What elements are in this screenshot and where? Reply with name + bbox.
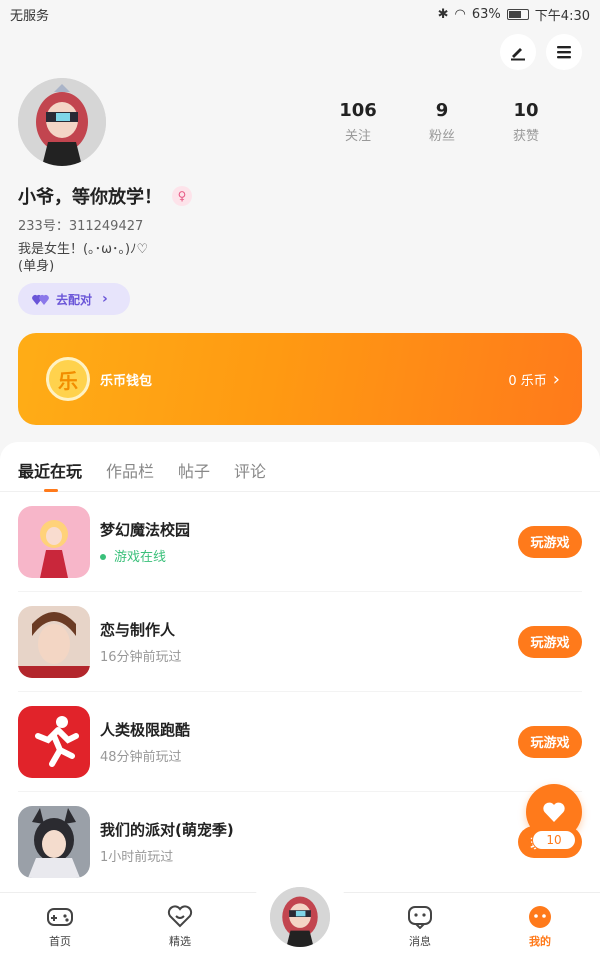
- clock: 下午4:30: [534, 8, 590, 24]
- edit-icon: [511, 48, 525, 61]
- like-count-badge: 10: [532, 830, 576, 850]
- nav-home[interactable]: 首页: [0, 893, 120, 960]
- edit-button[interactable]: [500, 34, 536, 70]
- nav-featured[interactable]: 精选: [120, 893, 240, 960]
- bio: 我是女生！(｡･ω･｡)ﾉ♡ (单身): [18, 241, 148, 275]
- nav-me[interactable]: 我的: [480, 893, 600, 960]
- balance-text: 0 乐币: [508, 373, 547, 389]
- nickname-text: 小爷，等你放学！: [18, 187, 162, 208]
- game-name: 恋与制作人: [100, 620, 176, 639]
- wallet-balance: 0 乐币 ›: [508, 369, 560, 390]
- nickname: 小爷，等你放学！ ♀: [18, 183, 192, 209]
- status-bar: 无服务 ✱ ◠ 63% 下午4:30: [0, 0, 600, 28]
- match-label: 去配对: [56, 292, 93, 307]
- game-status: 48分钟前玩过: [100, 749, 182, 765]
- likes-label: 获赞: [512, 129, 539, 144]
- game-status: 1小时前玩过: [100, 850, 174, 865]
- runner-icon: [18, 705, 90, 778]
- likes-count: 10: [513, 100, 539, 121]
- following-label: 关注: [344, 129, 371, 144]
- nav-messages[interactable]: 消息: [360, 893, 480, 960]
- stat-fans[interactable]: 9 粉丝: [400, 100, 484, 144]
- game-icon: [18, 505, 90, 578]
- game-info: 梦幻魔法校园 游戏在线: [100, 519, 190, 565]
- menu-icon: [557, 46, 571, 59]
- hearts-icon: [32, 295, 49, 305]
- gamepad-icon: [47, 907, 73, 926]
- status-right: ✱ ◠ 63% 下午4:30: [438, 5, 590, 24]
- stat-likes[interactable]: 10 获赞: [484, 100, 568, 144]
- user-id: 233号：311249427: [18, 219, 144, 234]
- battery-icon: [506, 8, 529, 20]
- game-name: 梦幻魔法校园: [100, 520, 191, 539]
- game-info: 人类极限跑酷 48分钟前玩过: [100, 719, 190, 765]
- game-art-icon: [18, 806, 90, 878]
- tab-works[interactable]: 作品栏: [106, 458, 154, 492]
- match-button[interactable]: 去配对 ›: [18, 283, 130, 315]
- tab-bar: 最近在玩 作品栏 帖子 评论: [0, 442, 600, 492]
- game-status-text: 游戏在线: [114, 549, 167, 565]
- list-item[interactable]: 恋与制作人 16分钟前玩过 玩游戏: [18, 592, 582, 692]
- nav-me-label: 我的: [529, 934, 551, 948]
- coin-icon: 乐: [46, 357, 90, 401]
- recent-games-list: 梦幻魔法校园 游戏在线 玩游戏 恋与制作人 16分钟前玩过 玩游戏 人类极限跑酷…: [0, 492, 600, 892]
- wallet-label: 乐币钱包: [100, 373, 153, 389]
- profile-stats: 106 关注 9 粉丝 10 获赞: [316, 100, 568, 144]
- avatar[interactable]: [18, 78, 106, 166]
- chevron-right-icon: ›: [552, 368, 560, 390]
- wifi-icon: ◠: [454, 6, 466, 22]
- nav-messages-label: 消息: [409, 934, 431, 948]
- bluetooth-icon: ✱: [437, 6, 449, 22]
- nav-home-label: 首页: [49, 934, 71, 948]
- menu-button[interactable]: [546, 34, 582, 70]
- fans-count: 9: [435, 100, 449, 121]
- me-face-icon: [529, 905, 551, 928]
- heart-icon: [543, 802, 565, 822]
- female-icon: ♀: [172, 186, 192, 206]
- play-game-button[interactable]: 玩游戏: [518, 525, 582, 558]
- game-icon: [18, 705, 90, 778]
- game-art-icon: [18, 605, 90, 678]
- game-name: 我们的派对(萌宠季): [100, 821, 234, 839]
- center-avatar-button[interactable]: [268, 885, 332, 949]
- game-status: 16分钟前玩过: [100, 649, 182, 665]
- avatar-illustration: [270, 887, 330, 947]
- online-dot-icon: [100, 554, 106, 560]
- game-name: 人类极限跑酷: [100, 720, 191, 739]
- battery-percent: 63%: [471, 6, 501, 22]
- bio-line-1: 我是女生！(｡･ω･｡)ﾉ♡: [18, 242, 149, 257]
- tab-posts[interactable]: 帖子: [178, 458, 210, 492]
- bio-line-2: (单身): [18, 259, 55, 274]
- wallet-card[interactable]: 乐 乐币钱包 0 乐币 ›: [18, 333, 582, 425]
- list-item[interactable]: 梦幻魔法校园 游戏在线 玩游戏: [18, 492, 582, 592]
- content-sheet: 最近在玩 作品栏 帖子 评论 梦幻魔法校园 游戏在线 玩游戏 恋与制作人 16分…: [0, 442, 600, 912]
- game-icon: [18, 605, 90, 678]
- avatar-illustration: [18, 78, 106, 166]
- game-art-icon: [18, 505, 90, 578]
- nav-featured-label: 精选: [169, 934, 191, 948]
- play-game-button[interactable]: 玩游戏: [518, 725, 582, 758]
- game-info: 我们的派对(萌宠季) 1小时前玩过: [100, 819, 234, 865]
- list-item[interactable]: 人类极限跑酷 48分钟前玩过 玩游戏: [18, 692, 582, 792]
- heart-chat-icon: [167, 904, 193, 927]
- tab-comments[interactable]: 评论: [234, 458, 266, 492]
- game-icon: [18, 806, 90, 878]
- carrier-label: 无服务: [10, 8, 50, 24]
- game-info: 恋与制作人 16分钟前玩过: [100, 619, 182, 665]
- stat-following[interactable]: 106 关注: [316, 100, 400, 144]
- following-count: 106: [339, 100, 377, 121]
- tab-recent[interactable]: 最近在玩: [18, 458, 82, 492]
- chevron-right-icon: ›: [102, 291, 108, 307]
- fans-label: 粉丝: [428, 129, 455, 144]
- top-actions: [500, 34, 582, 70]
- message-icon: [408, 905, 432, 929]
- play-game-button[interactable]: 玩游戏: [518, 625, 582, 658]
- game-status: 游戏在线: [100, 546, 190, 565]
